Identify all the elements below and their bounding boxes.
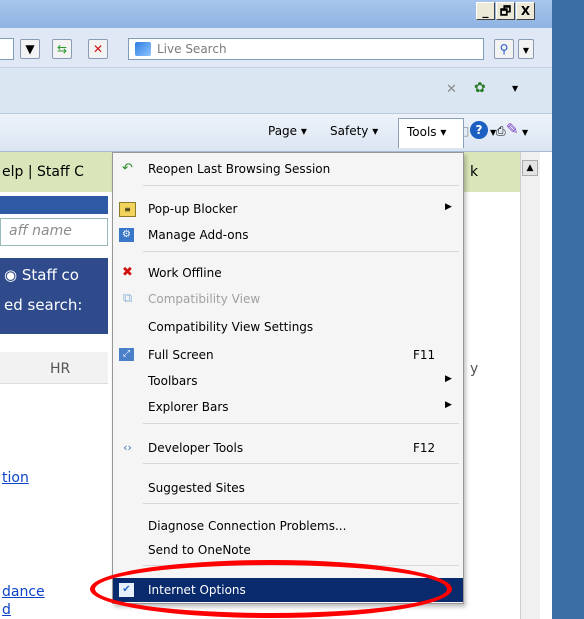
submenu-arrow-icon: ▶ xyxy=(445,374,452,384)
menu-item-label: Compatibility View Settings xyxy=(148,320,314,334)
menu-item-suggested-sites[interactable]: Suggested Sites xyxy=(113,476,463,500)
menu-item-label: Developer Tools xyxy=(148,441,244,455)
menu-item-diagnose-connection[interactable]: Diagnose Connection Problems... xyxy=(113,514,463,538)
fullscreen-icon: ⤢ xyxy=(119,348,134,361)
refresh-button[interactable]: ⇆ xyxy=(52,39,72,59)
menu-item-label: Explorer Bars xyxy=(148,400,229,414)
search-placeholder: Live Search xyxy=(157,42,227,56)
page-link-3[interactable]: d xyxy=(2,602,11,618)
menu-item-label: Compatibility View xyxy=(148,292,261,306)
chevron-down-icon[interactable]: ▼ xyxy=(490,128,496,137)
refresh-icon: ⇆ xyxy=(56,42,68,56)
menu-item-send-to-onenote[interactable]: Send to OneNote xyxy=(113,538,463,562)
menu-item-toolbars[interactable]: Toolbars ▶ xyxy=(113,369,463,393)
compatibility-icon: ⧉ xyxy=(122,291,133,306)
tools-dropdown-menu: ↶ Reopen Last Browsing Session ≡ Pop-up … xyxy=(112,152,464,604)
menu-separator xyxy=(143,423,459,424)
search-options-button[interactable]: ▼ xyxy=(518,39,534,59)
desktop-background xyxy=(552,0,584,619)
menu-item-label: Manage Add-ons xyxy=(148,228,249,242)
menu-item-shortcut: F11 xyxy=(413,348,436,362)
tools-menu-button[interactable]: Tools ▾ xyxy=(398,118,464,148)
search-input[interactable]: Live Search xyxy=(128,38,484,60)
menu-item-manage-addons[interactable]: ⚙ Manage Add-ons xyxy=(113,223,463,247)
menu-separator xyxy=(143,565,459,566)
menu-item-work-offline[interactable]: ✖ Work Offline xyxy=(113,261,463,285)
menu-item-shortcut: F12 xyxy=(413,441,436,455)
internet-options-icon: ✔ xyxy=(119,583,134,597)
page-link-1[interactable]: tion xyxy=(2,470,29,486)
menu-item-label: Suggested Sites xyxy=(148,481,245,495)
addons-icon: ⚙ xyxy=(119,228,134,242)
chevron-down-icon[interactable]: ▼ xyxy=(522,128,528,137)
menu-separator xyxy=(143,463,459,464)
address-dropdown-button[interactable]: ▼ xyxy=(20,39,40,59)
nav-help-link[interactable]: elp xyxy=(2,164,23,180)
minimize-button[interactable]: _ xyxy=(476,2,495,20)
restore-button[interactable]: 🗗 xyxy=(496,2,515,20)
safety-menu-button[interactable]: Safety ▾ xyxy=(330,124,378,138)
menu-separator xyxy=(143,185,459,186)
menu-item-label: Send to OneNote xyxy=(148,543,251,557)
chevron-down-icon[interactable]: ▼ xyxy=(512,84,518,93)
menu-item-developer-tools[interactable]: ‹› Developer Tools F12 xyxy=(113,436,463,460)
staff-radio-label: Staff co xyxy=(21,266,79,284)
menu-item-compatibility-settings[interactable]: Compatibility View Settings xyxy=(113,315,463,339)
search-icon: ⚲ xyxy=(499,42,509,56)
chevron-down-icon: ▼ xyxy=(25,42,35,56)
safety-menu-label: Safety xyxy=(330,124,369,138)
help-icon[interactable]: ? xyxy=(470,121,488,139)
menu-item-internet-options[interactable]: ✔ Internet Options xyxy=(113,578,463,602)
close-window-button[interactable]: X xyxy=(516,2,535,20)
menu-item-label: Full Screen xyxy=(148,348,214,362)
menu-item-popup-blocker[interactable]: ≡ Pop-up Blocker ▶ xyxy=(113,197,463,221)
submenu-arrow-icon: ▶ xyxy=(445,202,452,212)
title-bar xyxy=(0,0,552,28)
menu-item-compatibility-view: ⧉ Compatibility View xyxy=(113,287,463,311)
nav-tail-text: k xyxy=(470,164,479,180)
scroll-up-button[interactable]: ▲ xyxy=(522,160,538,176)
reopen-session-icon: ↶ xyxy=(122,161,133,176)
menu-item-explorer-bars[interactable]: Explorer Bars ▶ xyxy=(113,395,463,419)
search-button[interactable]: ⚲ xyxy=(494,39,514,59)
live-search-logo-icon xyxy=(135,42,151,56)
menu-item-label: Work Offline xyxy=(148,266,222,280)
globe-icon[interactable]: ✿ xyxy=(474,80,486,96)
menu-item-label: Internet Options xyxy=(148,583,246,597)
chevron-up-icon: ▲ xyxy=(526,163,534,173)
chevron-down-icon: ▼ xyxy=(522,46,530,55)
menu-item-label: Reopen Last Browsing Session xyxy=(148,162,331,176)
menu-item-label: Pop-up Blocker xyxy=(148,202,238,216)
page-nav-text[interactable]: elp | Staff C xyxy=(2,164,84,180)
tools-menu-label: Tools xyxy=(407,125,437,139)
close-tab-icon[interactable]: ✕ xyxy=(446,82,457,97)
page-menu-button[interactable]: Page ▾ xyxy=(268,124,307,138)
hr-label: HR xyxy=(50,361,71,377)
menu-separator xyxy=(143,503,459,504)
menu-separator xyxy=(143,251,459,252)
vertical-scrollbar[interactable] xyxy=(520,152,540,619)
menu-item-label: Diagnose Connection Problems... xyxy=(148,519,347,533)
menu-item-reopen-session[interactable]: ↶ Reopen Last Browsing Session xyxy=(113,157,463,181)
favorites-row xyxy=(0,68,552,114)
page-menu-label: Page xyxy=(268,124,298,138)
work-offline-icon: ✖ xyxy=(122,265,133,280)
print-icon[interactable]: ⎙ xyxy=(496,124,506,139)
stop-icon: ✕ xyxy=(92,42,104,56)
popup-blocker-icon: ≡ xyxy=(119,202,136,217)
page-link-2[interactable]: dance xyxy=(2,584,45,600)
submenu-arrow-icon: ▶ xyxy=(445,400,452,410)
search-panel-header xyxy=(0,196,108,214)
column-tail-label: y xyxy=(470,361,479,377)
address-bar[interactable] xyxy=(0,38,14,60)
staff-radio[interactable]: ◉ Staff co xyxy=(4,266,79,284)
research-icon[interactable]: ✎ xyxy=(506,120,519,138)
menu-item-full-screen[interactable]: ⤢ Full Screen F11 xyxy=(113,343,463,367)
staff-name-input[interactable]: aff name xyxy=(0,218,108,246)
menu-item-label: Toolbars xyxy=(148,374,198,388)
stop-button[interactable]: ✕ xyxy=(88,39,108,59)
nav-staff-link[interactable]: Staff C xyxy=(37,164,84,180)
developer-tools-icon: ‹› xyxy=(123,441,132,454)
advanced-search-label: ed search: xyxy=(4,296,83,314)
